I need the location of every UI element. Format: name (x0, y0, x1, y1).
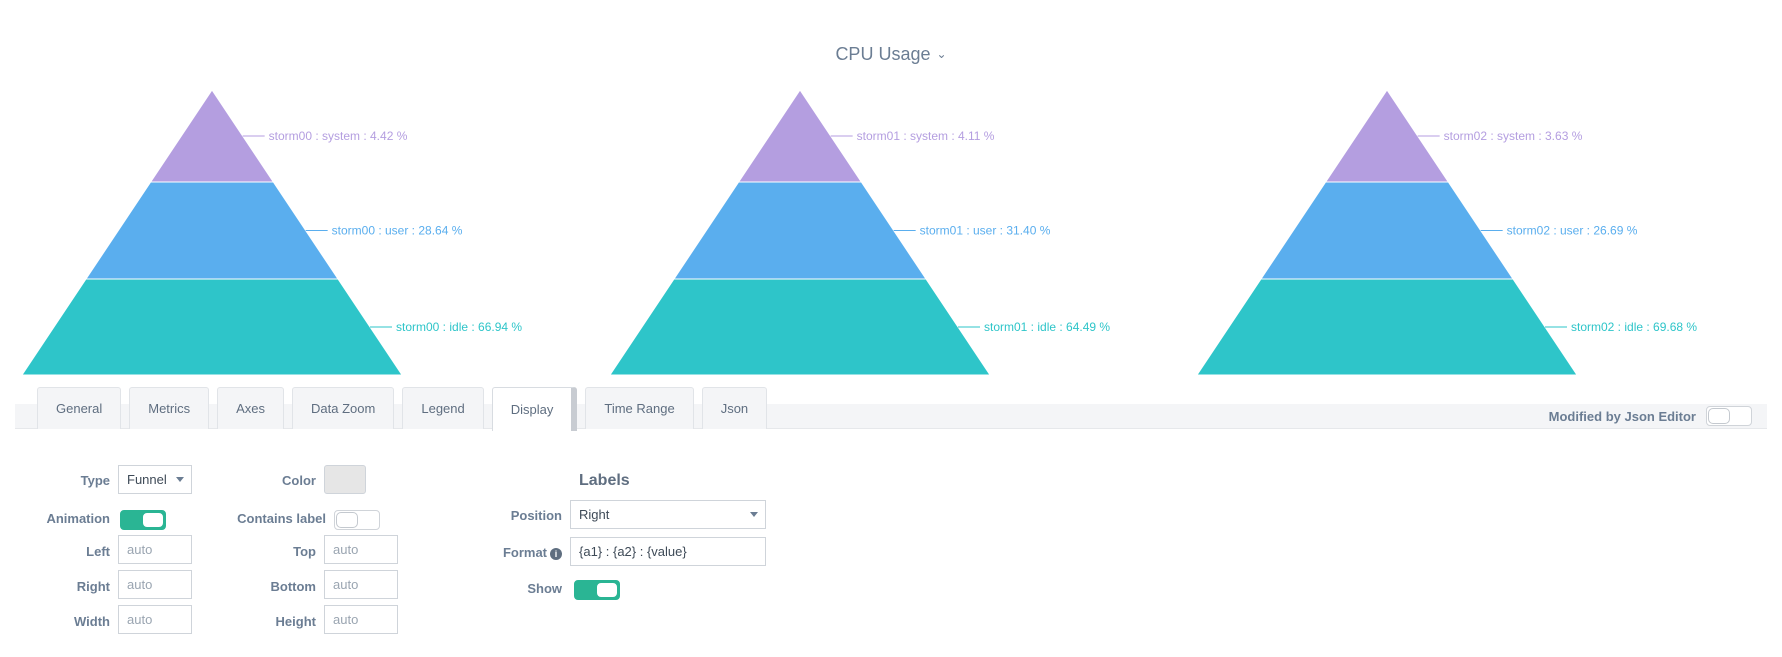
width-label: Width (74, 614, 110, 629)
type-select-value: Funnel (127, 472, 167, 487)
top-label: Top (293, 544, 316, 559)
type-select[interactable]: Funnel (118, 465, 192, 494)
tab-json[interactable]: Json (701, 387, 768, 429)
funnel-data-label: storm02 : user : 26.69 % (1507, 224, 1638, 238)
funnel-data-label: storm00 : user : 28.64 % (332, 224, 463, 238)
tab-strip: General Metrics Axes Data Zoom Legend Di… (37, 387, 775, 431)
labels-section-title: Labels (579, 472, 630, 489)
format-label-group: Format i (470, 545, 562, 560)
funnel-data-label: storm01 : user : 31.40 % (920, 224, 1051, 238)
left-input[interactable]: auto (118, 535, 192, 564)
caret-down-icon (176, 477, 184, 482)
funnel-segment[interactable] (21, 278, 403, 376)
bottom-input[interactable]: auto (324, 570, 398, 599)
json-editor-toggle[interactable] (1706, 406, 1752, 426)
funnel-segment[interactable] (1196, 278, 1578, 376)
tab-legend[interactable]: Legend (402, 387, 484, 429)
color-swatch[interactable] (324, 465, 366, 494)
funnel-data-label: storm01 : system : 4.11 % (857, 129, 995, 143)
tab-axes[interactable]: Axes (217, 387, 285, 429)
tab-general[interactable]: General (37, 387, 122, 429)
toggle-knob (142, 512, 164, 528)
format-label: Format (502, 545, 547, 560)
left-label: Left (86, 544, 110, 559)
width-input[interactable]: auto (118, 605, 192, 634)
format-input[interactable]: {a1} : {a2} : {value} (570, 537, 766, 566)
funnel-data-label: storm01 : idle : 64.49 % (984, 320, 1110, 334)
funnel-data-label: storm00 : system : 4.42 % (269, 129, 408, 143)
color-label: Color (282, 473, 316, 488)
funnel-data-label: storm02 : idle : 69.68 % (1571, 320, 1697, 334)
contains-label-label: Contains label (237, 511, 326, 526)
animation-label: Animation (46, 511, 110, 526)
right-input[interactable]: auto (118, 570, 192, 599)
tab-metrics[interactable]: Metrics (129, 387, 210, 429)
right-label: Right (76, 579, 110, 594)
position-label: Position (510, 508, 562, 523)
funnel-charts: storm00 : system : 4.42 % storm00 : user … (21, 89, 1697, 376)
toggle-knob (596, 582, 618, 598)
position-select-value: Right (579, 507, 610, 522)
funnel-segment[interactable] (673, 181, 927, 280)
height-input[interactable]: auto (324, 605, 398, 634)
type-label: Type (80, 473, 110, 488)
json-editor-label: Modified by Json Editor (1548, 408, 1696, 424)
tab-data-zoom[interactable]: Data Zoom (292, 387, 395, 429)
json-editor-toggle-group: Modified by Json Editor (1549, 406, 1752, 426)
contains-label-toggle[interactable] (334, 510, 380, 530)
position-select[interactable]: Right (570, 500, 766, 529)
tab-display[interactable]: Display (491, 387, 578, 431)
show-toggle[interactable] (574, 580, 620, 600)
info-icon[interactable]: i (550, 548, 562, 560)
funnel-data-label: storm00 : idle : 66.94 % (396, 320, 522, 334)
toggle-knob (336, 512, 358, 528)
show-label: Show (527, 581, 562, 596)
bottom-label: Bottom (270, 579, 317, 594)
caret-down-icon (750, 512, 758, 517)
funnel-segment[interactable] (609, 278, 991, 376)
tab-time-range[interactable]: Time Range (585, 387, 694, 429)
funnel-segment[interactable] (85, 181, 339, 280)
animation-toggle[interactable] (120, 510, 166, 530)
top-input[interactable]: auto (324, 535, 398, 564)
toggle-knob (1708, 408, 1730, 424)
funnel-segment[interactable] (1260, 181, 1514, 280)
funnel-data-label: storm02 : system : 3.63 % (1444, 129, 1583, 143)
height-label: Height (275, 614, 316, 629)
